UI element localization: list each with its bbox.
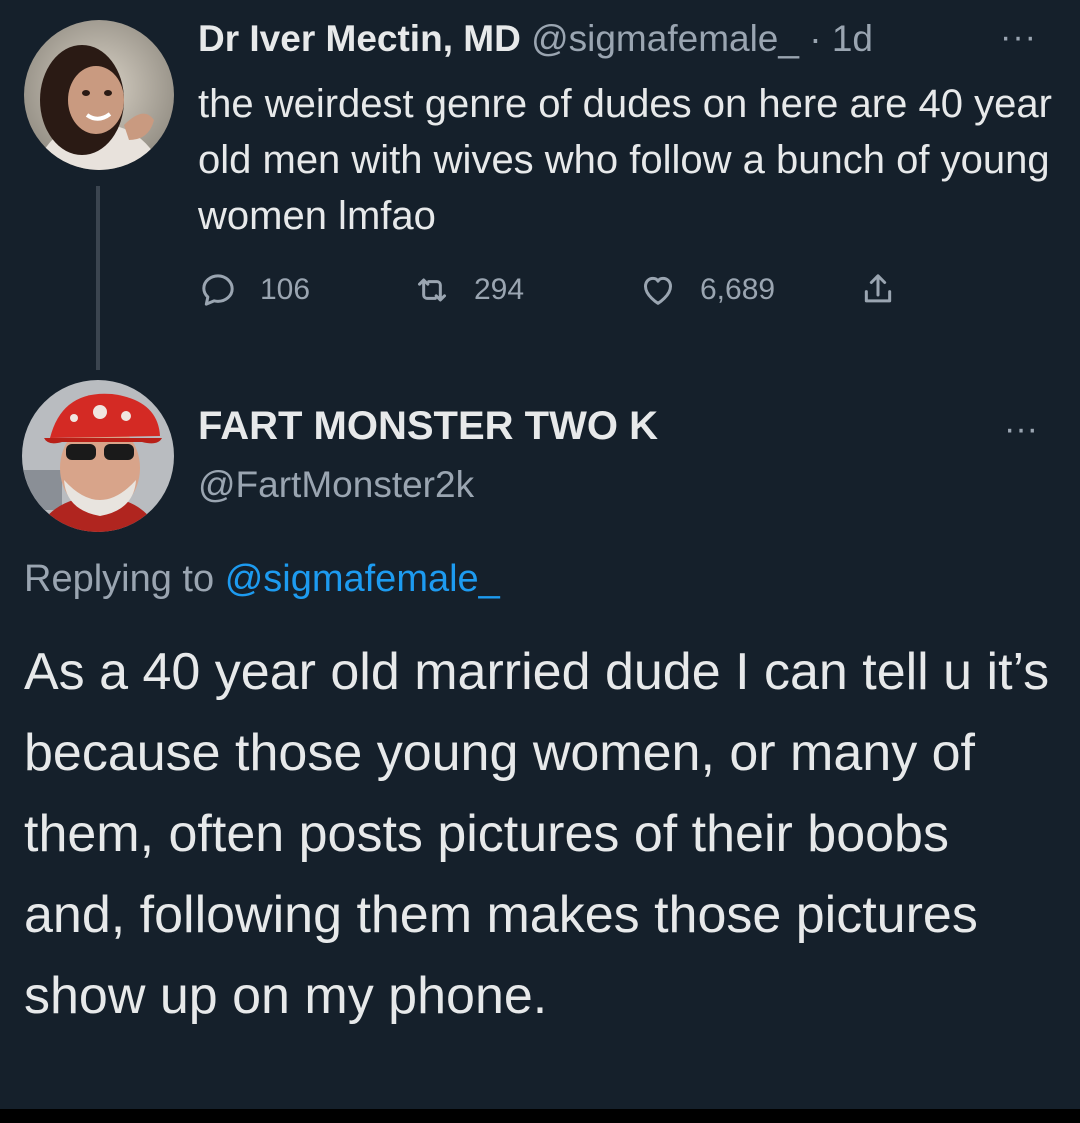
replying-to-handle-link[interactable]: @sigmafemale_ [225, 558, 500, 600]
like-icon [644, 276, 672, 305]
tweet1-display-name[interactable]: Dr Iver Mectin, MD [198, 18, 521, 59]
tweet1-more-button[interactable]: ··· [1000, 18, 1037, 57]
reply-count: 106 [260, 273, 311, 306]
tweet1-separator: · [809, 18, 822, 59]
replying-prefix: Replying to [24, 558, 215, 600]
retweet-icon [418, 278, 446, 302]
retweet-count: 294 [474, 273, 525, 306]
tweet2-more-button[interactable]: ··· [1004, 410, 1038, 449]
replying-to-line: Replying to @sigmafemale_ [24, 558, 500, 601]
share-button[interactable] [858, 262, 920, 318]
avatar-sigmafemale[interactable] [24, 20, 174, 170]
share-icon [864, 274, 892, 303]
tweet1-action-bar: 106 294 6,689 [198, 262, 918, 318]
tweet2-body: As a 40 year old married dude I can tell… [24, 643, 1050, 1025]
tweet1-handle[interactable]: @sigmafemale_ [531, 18, 799, 59]
retweet-button[interactable]: 294 [412, 262, 524, 318]
avatar-fartmonster2k[interactable] [22, 380, 174, 532]
like-count: 6,689 [700, 273, 776, 306]
tweet2-handle[interactable]: @FartMonster2k [198, 464, 474, 506]
tweet1-timestamp[interactable]: 1d [832, 18, 873, 59]
like-button[interactable]: 6,689 [638, 262, 775, 318]
bottom-border [0, 1109, 1080, 1123]
reply-button[interactable]: 106 [198, 262, 310, 318]
tweet2-display-name[interactable]: FART MONSTER TWO K [198, 404, 658, 449]
reply-icon [202, 274, 234, 306]
tweet1-body: the weirdest genre of dudes on here are … [198, 82, 1052, 238]
thread-connector-line [96, 186, 100, 370]
tweet1-header: Dr Iver Mectin, MD @sigmafemale_ · 1d [198, 18, 1058, 70]
tweet-thread: Dr Iver Mectin, MD @sigmafemale_ · 1d ··… [0, 0, 1080, 1109]
